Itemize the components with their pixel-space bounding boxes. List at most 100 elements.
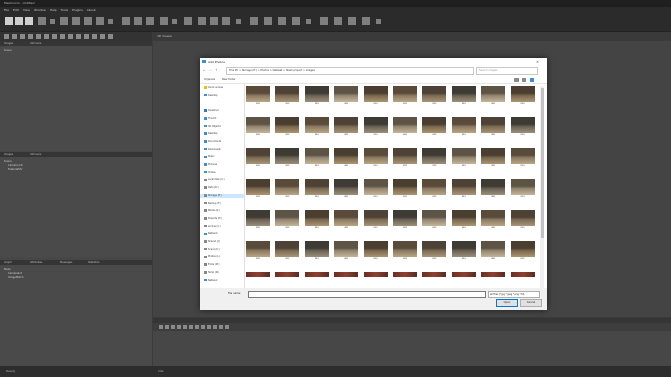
cancel-button[interactable]: Cancel xyxy=(520,299,542,307)
tab-images[interactable]: Images xyxy=(4,42,13,45)
select-icon[interactable] xyxy=(60,17,68,25)
photo-thumbnail[interactable]: IMG xyxy=(334,117,359,137)
timeline-icon[interactable] xyxy=(177,325,181,329)
tool-icon[interactable] xyxy=(68,34,73,39)
photo-thumbnail[interactable]: IMG xyxy=(304,117,329,137)
forward-icon[interactable]: → xyxy=(209,68,212,72)
nav-item[interactable]: Network xyxy=(204,279,218,283)
photo-thumbnail[interactable]: IMG xyxy=(481,241,506,261)
photo-thumbnail[interactable]: IMG xyxy=(363,210,388,230)
grid-icon[interactable] xyxy=(184,17,192,25)
nav-item[interactable]: Downloads xyxy=(204,148,221,152)
photo-thumbnail[interactable]: IMG xyxy=(393,179,417,199)
nav-item[interactable]: Storage (E:) xyxy=(200,193,244,198)
info-icon[interactable] xyxy=(376,19,381,24)
close-icon[interactable]: ✕ xyxy=(536,60,539,64)
photo-thumbnail[interactable]: IMG xyxy=(510,241,535,261)
photo-thumbnail[interactable]: IMG xyxy=(510,86,535,106)
layer-icon[interactable] xyxy=(250,17,258,25)
orbit-icon[interactable] xyxy=(160,17,168,25)
help-icon[interactable] xyxy=(530,77,534,82)
camera-icon[interactable] xyxy=(122,17,130,25)
save-icon[interactable] xyxy=(25,17,33,25)
photo-thumbnail[interactable]: IMG xyxy=(481,86,506,106)
tool-icon[interactable] xyxy=(12,34,17,39)
timeline-icon[interactable] xyxy=(213,325,217,329)
nav-item[interactable]: Videos xyxy=(204,171,216,175)
vertical-scrollbar[interactable] xyxy=(540,86,544,288)
photo-thumbnail[interactable]: IMG xyxy=(451,210,476,230)
photo-thumbnail[interactable]: IMG xyxy=(363,148,388,168)
list-item[interactable]: Camera Init xyxy=(8,164,23,167)
photo-thumbnail[interactable]: IMG xyxy=(246,210,270,230)
photo-thumbnail[interactable]: IMG xyxy=(304,86,329,106)
timeline-icon[interactable] xyxy=(171,325,175,329)
photo-thumbnail[interactable]: IMG xyxy=(393,148,417,168)
nav-item[interactable]: Backup (F:) xyxy=(204,202,221,206)
nav-item[interactable]: Projects (H:) xyxy=(204,217,222,221)
photo-thumbnail[interactable]: IMG xyxy=(422,241,447,261)
timeline-icon[interactable] xyxy=(201,325,205,329)
tool-icon[interactable] xyxy=(108,34,113,39)
photo-thumbnail[interactable]: IMG xyxy=(422,117,447,137)
tool-icon[interactable] xyxy=(4,34,9,39)
photo-thumbnail[interactable]: IMG xyxy=(275,241,300,261)
timeline-icon[interactable] xyxy=(225,325,229,329)
move-icon[interactable] xyxy=(72,17,80,25)
photo-thumbnail[interactable]: IMG xyxy=(363,86,388,106)
back-icon[interactable]: ← xyxy=(203,68,206,72)
photo-thumbnail[interactable]: IMG xyxy=(334,179,359,199)
list-item[interactable]: FeatureExtr xyxy=(8,168,23,171)
photo-thumbnail[interactable]: IMG xyxy=(510,148,535,168)
photo-thumbnail[interactable]: IMG xyxy=(246,179,270,199)
tool-icon[interactable] xyxy=(100,34,105,39)
nav-item[interactable]: Scans (K:) xyxy=(204,248,220,252)
tools-icon[interactable] xyxy=(362,17,370,25)
photo-thumbnail[interactable]: IMG xyxy=(393,241,417,261)
open-icon[interactable] xyxy=(15,17,23,25)
file-name-input[interactable] xyxy=(248,291,486,298)
tool-icon[interactable] xyxy=(76,34,81,39)
photo-thumbnail[interactable]: IMG xyxy=(422,86,447,106)
photo-thumbnail[interactable]: IMG xyxy=(510,117,535,137)
photo-thumbnail[interactable]: IMG xyxy=(334,148,359,168)
photo-thumbnail[interactable]: IMG xyxy=(275,179,300,199)
point-icon[interactable] xyxy=(264,17,272,25)
nav-item[interactable]: Quick access xyxy=(204,86,223,90)
photo-thumbnail[interactable]: IMG xyxy=(451,179,476,199)
nav-item[interactable]: Shared (J:) xyxy=(204,240,220,244)
organize-button[interactable]: Organize xyxy=(204,78,215,81)
nav-item[interactable]: Desktop xyxy=(204,94,217,98)
photo-thumbnail[interactable]: IMG xyxy=(510,210,535,230)
photo-thumbnail[interactable]: IMG xyxy=(304,210,329,230)
search-input[interactable]: Search images xyxy=(476,67,538,75)
tool-icon[interactable] xyxy=(44,34,49,39)
nav-item[interactable]: Temp (N:) xyxy=(204,271,219,275)
photo-thumbnail[interactable]: IMG xyxy=(451,241,476,261)
nav-item[interactable]: Photos (L:) xyxy=(204,255,220,259)
timeline-icon[interactable] xyxy=(219,325,223,329)
list-item[interactable]: CameraInit xyxy=(8,272,22,275)
photo-thumbnail[interactable]: IMG xyxy=(304,148,329,168)
timeline-icon[interactable] xyxy=(165,325,169,329)
tool-icon[interactable] xyxy=(92,34,97,39)
up-icon[interactable]: ↑ xyxy=(215,68,218,72)
export-icon[interactable] xyxy=(334,17,342,25)
pan-icon[interactable] xyxy=(146,17,154,25)
nav-item[interactable]: 3D Objects xyxy=(204,125,221,129)
tab-images-2[interactable]: Images xyxy=(4,153,13,156)
new-folder-button[interactable]: New folder xyxy=(222,78,236,81)
preview-pane-icon[interactable] xyxy=(522,77,526,82)
photo-thumbnail[interactable]: IMG xyxy=(393,86,417,106)
scale-icon[interactable] xyxy=(96,17,104,25)
tab-messages[interactable]: Messages xyxy=(60,261,72,264)
undo-icon[interactable] xyxy=(38,17,46,25)
photo-thumbnail[interactable]: IMG xyxy=(393,210,417,230)
timeline-icon[interactable] xyxy=(195,325,199,329)
nav-item[interactable]: Music xyxy=(204,155,215,159)
file-type-select[interactable]: All Files (*.jpg *.jpeg *.png *.tif) xyxy=(488,291,540,298)
tab-attributes[interactable]: Attributes xyxy=(30,261,42,264)
photo-thumbnail[interactable]: IMG xyxy=(275,148,300,168)
timeline-icon[interactable] xyxy=(189,325,193,329)
photo-thumbnail[interactable]: IMG xyxy=(275,210,300,230)
